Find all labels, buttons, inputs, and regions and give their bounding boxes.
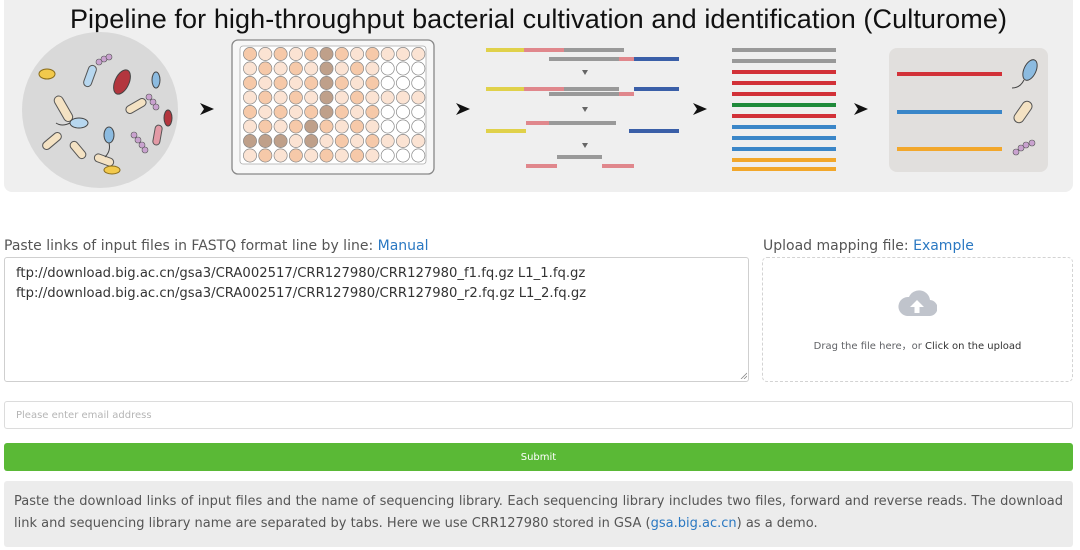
upload-hint: Drag the file here，or Click on the uploa… xyxy=(763,337,1072,352)
identified-bacteria-icon xyxy=(889,48,1048,172)
arrow-right-icon xyxy=(200,103,214,115)
pipeline-illustration xyxy=(22,32,1048,188)
fastq-links-textarea[interactable] xyxy=(4,257,749,382)
well-plate-icon xyxy=(231,39,435,175)
cloud-upload-icon xyxy=(898,290,937,317)
links-label: Paste links of input files in FASTQ form… xyxy=(4,238,429,254)
pipeline-banner: Pipeline for high-throughput bacterial c… xyxy=(4,0,1073,192)
read-alignment-icon xyxy=(486,48,679,168)
click-upload-link[interactable]: Click on the upload xyxy=(925,341,1021,352)
email-input[interactable] xyxy=(4,401,1073,429)
arrow-right-icon xyxy=(854,103,868,115)
gsa-link[interactable]: gsa.big.ac.cn xyxy=(651,516,737,531)
bacteria-dish-icon xyxy=(22,32,178,188)
resize-handle-icon[interactable] xyxy=(740,372,747,379)
submit-button[interactable]: Submit xyxy=(4,443,1073,471)
arrow-right-icon xyxy=(456,103,470,115)
note-text-after: ) as a demo. xyxy=(736,516,818,531)
mapping-label-text: Upload mapping file: xyxy=(763,238,914,254)
demo-note: Paste the download links of input files … xyxy=(4,481,1073,547)
assembled-sequences-icon xyxy=(732,48,836,171)
note-text-before: Paste the download links of input files … xyxy=(14,494,1063,531)
mapping-upload-dropzone[interactable]: Drag the file here，or Click on the uploa… xyxy=(762,257,1073,382)
links-label-text: Paste links of input files in FASTQ form… xyxy=(4,238,378,254)
mapping-label: Upload mapping file: Example xyxy=(763,238,974,254)
example-link[interactable]: Example xyxy=(913,238,974,254)
upload-hint-text: Drag the file here，or xyxy=(813,341,926,352)
arrow-right-icon xyxy=(693,103,707,115)
manual-link[interactable]: Manual xyxy=(378,238,429,254)
